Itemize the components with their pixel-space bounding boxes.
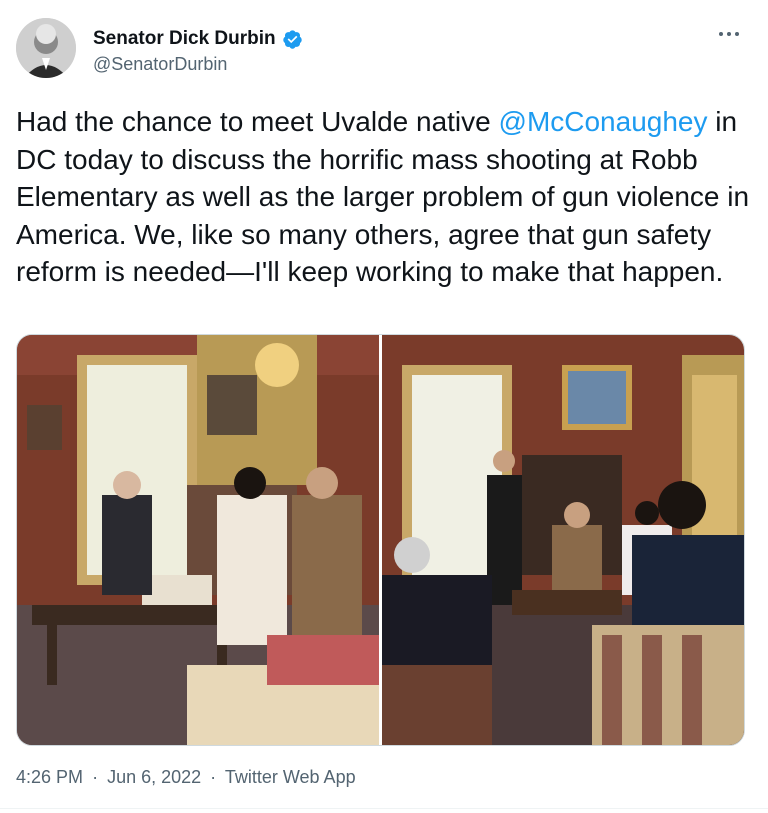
media-grid <box>16 334 745 746</box>
tweet-text-part: Had the chance to meet Uvalde native <box>16 106 499 137</box>
tweet-text: Had the chance to meet Uvalde native @Mc… <box>16 103 756 291</box>
tweet-time[interactable]: 4:26 PM <box>16 767 83 787</box>
meta-separator: · <box>92 767 99 787</box>
author-name[interactable]: Senator Dick Durbin <box>93 28 276 50</box>
tweet-metadata: 4:26 PM · Jun 6, 2022 · Twitter Web App <box>16 767 360 788</box>
more-options-icon[interactable] <box>718 26 740 42</box>
author-handle[interactable]: @SenatorDurbin <box>93 54 227 75</box>
tweet-card[interactable]: Senator Dick Durbin @SenatorDurbin Had t… <box>0 0 768 813</box>
avatar[interactable] <box>16 18 76 78</box>
divider <box>0 808 768 809</box>
photo-2[interactable] <box>382 335 744 745</box>
verified-badge-icon <box>282 29 302 49</box>
tweet-date[interactable]: Jun 6, 2022 <box>107 767 201 787</box>
meta-separator: · <box>210 767 217 787</box>
mention-link[interactable]: @McConaughey <box>499 106 708 137</box>
photo-1[interactable] <box>17 335 379 745</box>
tweet-source[interactable]: Twitter Web App <box>225 767 356 787</box>
